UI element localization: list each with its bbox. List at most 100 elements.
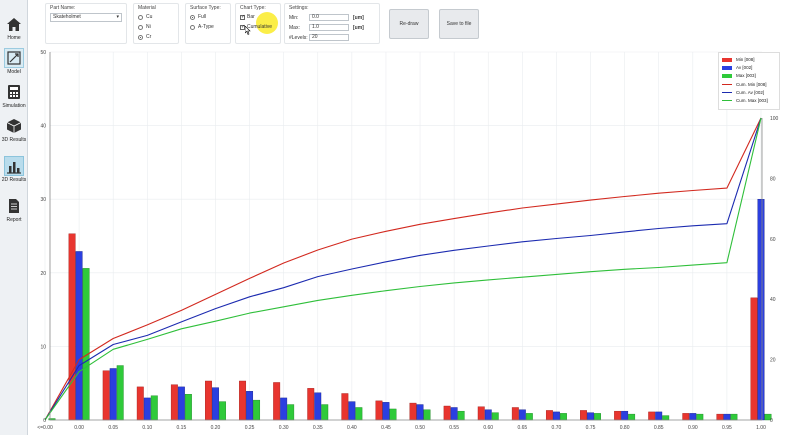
x-tick-label: 0.75 — [586, 425, 596, 431]
surface-option-full[interactable]: Full — [190, 14, 206, 20]
chart-legend: Min [008] Av [002] Max [003] Cum. Min [0… — [718, 52, 780, 110]
sidebar-item-home[interactable]: Home — [0, 14, 28, 41]
legend-swatch — [722, 73, 732, 78]
y-tick-label: 10 — [40, 344, 46, 350]
min-unit: [um] — [353, 15, 364, 21]
part-name-group: Part Name: Skateholmet ▾ — [45, 3, 127, 44]
y2-tick-label: 0 — [770, 418, 773, 424]
legend-item: Max [003] — [722, 73, 756, 78]
bar — [409, 402, 417, 421]
bar — [648, 411, 656, 421]
bar — [628, 413, 636, 421]
bar — [205, 380, 212, 421]
radio-button[interactable] — [138, 14, 143, 20]
bar — [109, 368, 117, 421]
bar — [518, 409, 526, 421]
bar — [559, 413, 567, 421]
bar — [389, 408, 397, 421]
bar — [730, 413, 738, 421]
chart-lines — [44, 117, 762, 421]
cumulative-line — [44, 117, 762, 421]
radio-button[interactable] — [190, 24, 195, 30]
bar-chart-icon — [4, 156, 24, 176]
x-tick-label: 0.80 — [620, 425, 630, 431]
material-option-cr[interactable]: Cr — [138, 34, 151, 40]
radio-button[interactable] — [190, 14, 195, 20]
max-input[interactable]: 1.0 — [309, 24, 349, 31]
chart-type-title: Chart Type: — [240, 5, 266, 11]
x-tick-label: 0.65 — [517, 425, 527, 431]
radio-label: A-Type — [198, 24, 214, 30]
save-to-file-button[interactable]: Save to file — [439, 9, 479, 39]
bar-checkbox[interactable] — [240, 14, 245, 20]
sidebar-item-2d-results[interactable]: 2D Results — [0, 156, 28, 183]
redraw-button[interactable]: Re-draw — [389, 9, 429, 39]
bar — [75, 251, 83, 421]
sidebar-item-simulation[interactable]: Simulation — [0, 82, 28, 109]
part-name-select[interactable]: Skateholmet ▾ — [50, 13, 122, 22]
x-tick-label: 0.10 — [142, 425, 152, 431]
legend-item: Av [002] — [722, 65, 752, 70]
x-tick-label: 0.45 — [381, 425, 391, 431]
material-option-ni[interactable]: Ni — [138, 24, 151, 30]
levels-label: #Levels: — [289, 35, 308, 41]
bar — [287, 404, 295, 421]
bar — [273, 382, 281, 421]
x-tick-label: 0.55 — [449, 425, 459, 431]
min-input[interactable]: 0.0 — [309, 14, 349, 21]
surface-option-a-type[interactable]: A-Type — [190, 24, 214, 30]
bar — [757, 198, 765, 421]
bar — [491, 412, 499, 421]
x-tick-label: 1.00 — [756, 425, 766, 431]
x-tick-label: 0.90 — [688, 425, 698, 431]
x-tick-label: 0.50 — [415, 425, 425, 431]
bar — [102, 370, 110, 421]
sidebar-item-report[interactable]: Report — [0, 196, 28, 223]
x-tick-label: 0.20 — [211, 425, 221, 431]
radio-label: Cu — [146, 14, 153, 20]
bar — [416, 404, 424, 421]
sidebar-item-3d-results[interactable]: 3D Results — [0, 116, 28, 143]
legend-label: Av [002] — [736, 65, 753, 70]
chart-type-group: Chart Type: Bar Cumulative — [235, 3, 281, 44]
bar — [68, 233, 76, 421]
radio-button[interactable] — [138, 34, 143, 40]
x-tick-label: 0.35 — [313, 425, 323, 431]
sidebar-item-label: 2D Results — [1, 177, 27, 183]
toolbar: Part Name: Skateholmet ▾ Material Cu Ni … — [28, 0, 800, 48]
chart-axes: 0 10 20 30 40 50 0 20 40 60 80 100 <=0.00 0.00 0.05 0.1… — [37, 50, 778, 431]
y-tick-label: 30 — [40, 197, 46, 203]
x-tick-label: 0.40 — [347, 425, 357, 431]
x-tick-label: 0.00 — [74, 425, 84, 431]
radio-button[interactable] — [138, 24, 143, 30]
surface-type-group: Surface Type: Full A-Type — [185, 3, 231, 44]
bar — [723, 413, 731, 421]
legend-label: Cum. Min [008] — [736, 82, 767, 87]
bar — [321, 404, 329, 421]
bar — [136, 386, 144, 421]
bar — [280, 397, 288, 421]
bar — [170, 384, 178, 421]
sidebar-item-label: Simulation — [2, 103, 26, 109]
settings-group: Settings: Min: 0.0 [um] Max: 1.0 [um] #L… — [284, 3, 380, 44]
levels-input[interactable]: 20 — [309, 34, 349, 41]
sidebar-item-model[interactable]: Model — [0, 48, 28, 75]
x-tick-label: <=0.00 — [37, 425, 53, 431]
bar — [621, 410, 629, 421]
x-tick-label: 0.85 — [654, 425, 664, 431]
bar — [457, 410, 465, 421]
model-icon — [4, 48, 24, 68]
bar — [450, 407, 458, 421]
x-tick-label: 0.30 — [279, 425, 289, 431]
sidebar-item-label: Home — [7, 35, 21, 41]
bar — [307, 388, 315, 421]
chart-type-bar[interactable]: Bar — [240, 14, 255, 20]
material-option-cu[interactable]: Cu — [138, 14, 152, 20]
bar — [219, 401, 226, 421]
bar — [750, 297, 758, 421]
part-name-value: Skateholmet — [53, 14, 81, 20]
x-tick-label: 0.15 — [177, 425, 187, 431]
bar — [662, 415, 670, 421]
mouse-cursor-icon — [245, 26, 251, 35]
bar — [696, 413, 704, 421]
